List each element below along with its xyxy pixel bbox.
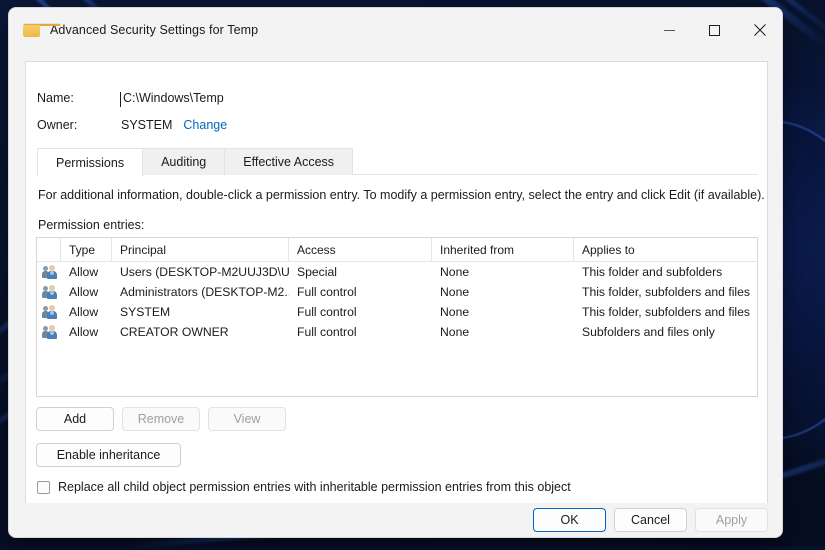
row-inherited-from: None <box>440 285 470 299</box>
column-header-icon[interactable] <box>37 238 61 262</box>
table-row[interactable]: Allow Administrators (DESKTOP-M2... Full… <box>37 282 757 302</box>
name-value-text: C:\Windows\Temp <box>123 91 224 105</box>
title-bar-left: Advanced Security Settings for Temp <box>9 23 647 37</box>
permission-entries-label: Permission entries: <box>38 218 145 232</box>
entry-action-buttons: Add Remove View <box>36 407 286 431</box>
text-caret <box>120 92 121 107</box>
group-icon <box>42 305 58 319</box>
title-bar[interactable]: Advanced Security Settings for Temp <box>9 8 782 52</box>
apply-button: Apply <box>695 508 768 532</box>
replace-child-permissions-label: Replace all child object permission entr… <box>58 480 571 494</box>
row-principal: CREATOR OWNER <box>120 325 229 339</box>
add-button[interactable]: Add <box>36 407 114 431</box>
row-icon-cell <box>37 302 61 322</box>
row-access: Special <box>297 265 337 279</box>
name-label: Name: <box>37 91 74 105</box>
column-header-principal[interactable]: Principal <box>112 238 289 262</box>
row-icon-cell <box>37 262 61 282</box>
cancel-button[interactable]: Cancel <box>614 508 687 532</box>
owner-label: Owner: <box>37 118 78 132</box>
enable-inheritance-button[interactable]: Enable inheritance <box>36 443 181 467</box>
name-row: Name: C:\Windows\Temp <box>37 87 767 109</box>
ok-button[interactable]: OK <box>533 508 606 532</box>
description-text: For additional information, double-click… <box>38 188 765 202</box>
row-applies-to: This folder, subfolders and files <box>582 305 751 319</box>
tab-effective-access[interactable]: Effective Access <box>224 148 354 175</box>
row-icon-cell <box>37 322 61 342</box>
minimize-icon <box>664 29 675 31</box>
row-icon-cell <box>37 282 61 302</box>
name-value: C:\Windows\Temp <box>120 91 224 107</box>
replace-child-permissions-checkbox[interactable] <box>37 480 50 494</box>
close-button[interactable] <box>737 8 782 52</box>
group-icon <box>42 325 58 339</box>
row-principal: Users (DESKTOP-M2UUJ3D\Us... <box>120 265 289 279</box>
permission-entries-table[interactable]: Type Principal Access Inherited from App… <box>36 237 758 397</box>
column-header-type[interactable]: Type <box>61 238 112 262</box>
row-type: Allow <box>69 305 99 319</box>
tab-permissions[interactable]: Permissions <box>37 148 144 176</box>
table-row[interactable]: Allow SYSTEM Full control None This fold… <box>37 302 757 322</box>
column-header-inherited-from[interactable]: Inherited from <box>432 238 574 262</box>
window-title: Advanced Security Settings for Temp <box>50 23 259 37</box>
row-inherited-from: None <box>440 265 470 279</box>
row-access: Full control <box>297 285 357 299</box>
settings-panel: Name: C:\Windows\Temp Owner: SYSTEM Chan… <box>25 61 768 505</box>
window-controls <box>647 8 782 52</box>
table-row[interactable]: Allow CREATOR OWNER Full control None Su… <box>37 322 757 342</box>
row-type: Allow <box>69 285 99 299</box>
folder-icon <box>23 23 61 37</box>
row-applies-to: This folder and subfolders <box>582 265 723 279</box>
group-icon <box>42 265 58 279</box>
row-type: Allow <box>69 325 99 339</box>
advanced-security-settings-dialog: Advanced Security Settings for Temp Name… <box>8 7 783 538</box>
column-header-applies-to[interactable]: Applies to <box>574 238 757 262</box>
tab-auditing[interactable]: Auditing <box>142 148 226 175</box>
group-icon <box>42 285 58 299</box>
row-access: Full control <box>297 325 357 339</box>
replace-child-permissions-row[interactable]: Replace all child object permission entr… <box>37 480 571 494</box>
owner-row: Owner: SYSTEM Change <box>37 114 767 136</box>
minimize-button[interactable] <box>647 8 692 52</box>
column-header-access[interactable]: Access <box>289 238 432 262</box>
change-owner-link[interactable]: Change <box>183 118 227 132</box>
owner-value: SYSTEM <box>121 118 173 132</box>
view-button: View <box>208 407 286 431</box>
row-principal: SYSTEM <box>120 305 171 319</box>
dialog-footer: OK Cancel Apply <box>9 503 782 537</box>
row-access: Full control <box>297 305 357 319</box>
close-icon <box>753 24 766 36</box>
row-inherited-from: None <box>440 305 470 319</box>
row-principal: Administrators (DESKTOP-M2... <box>120 285 289 299</box>
row-type: Allow <box>69 265 99 279</box>
remove-button: Remove <box>122 407 200 431</box>
maximize-icon <box>709 24 720 36</box>
table-row[interactable]: Allow Users (DESKTOP-M2UUJ3D\Us... Speci… <box>37 262 757 282</box>
inheritance-action-row: Enable inheritance <box>36 443 181 467</box>
table-header-row: Type Principal Access Inherited from App… <box>37 238 757 262</box>
row-applies-to: This folder, subfolders and files <box>582 285 751 299</box>
footer-buttons: OK Cancel Apply <box>533 508 768 532</box>
row-applies-to: Subfolders and files only <box>582 325 715 339</box>
maximize-button[interactable] <box>692 8 737 52</box>
tab-strip: Permissions Auditing Effective Access <box>37 148 354 176</box>
row-inherited-from: None <box>440 325 470 339</box>
